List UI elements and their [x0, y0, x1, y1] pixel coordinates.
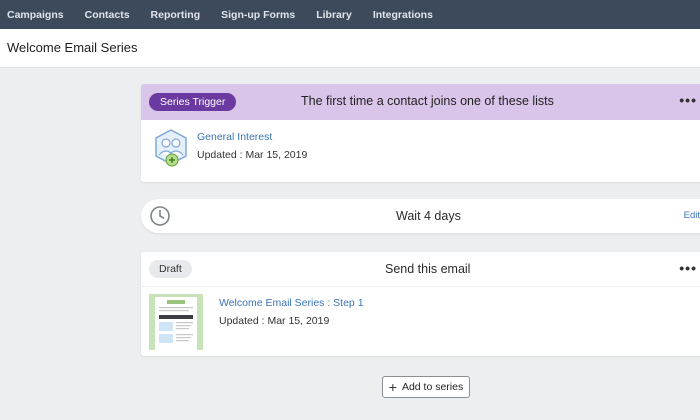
email-thumbnail[interactable]	[149, 294, 203, 350]
contact-list-icon	[155, 129, 187, 167]
add-to-series-label: Add to series	[401, 381, 464, 393]
trigger-title: The first time a contact joins one of th…	[301, 94, 554, 108]
page-title: Welcome Email Series	[7, 40, 138, 55]
title-bar: Welcome Email Series	[0, 29, 700, 68]
clock-icon	[150, 206, 170, 226]
wait-title: Wait 4 days	[396, 209, 461, 223]
list-link-general-interest[interactable]: General Interest	[197, 131, 272, 143]
email-header: Draft Send this email •••	[141, 252, 700, 287]
more-horizontal-icon[interactable]: •••	[679, 260, 697, 276]
edit-wait-link[interactable]: Edit	[684, 210, 700, 221]
nav-library[interactable]: Library	[316, 9, 352, 21]
nav-integrations[interactable]: Integrations	[373, 9, 433, 21]
more-horizontal-icon[interactable]: •••	[679, 92, 697, 108]
nav-campaigns[interactable]: Campaigns	[7, 9, 64, 21]
series-trigger-badge: Series Trigger	[149, 93, 237, 111]
wait-step-card: Wait 4 days Edit	[141, 199, 700, 233]
trigger-header: Series Trigger The first time a contact …	[141, 84, 700, 120]
nav-reporting[interactable]: Reporting	[151, 9, 201, 21]
trigger-updated-text: Updated : Mar 15, 2019	[197, 149, 308, 161]
series-trigger-card: Series Trigger The first time a contact …	[141, 84, 700, 182]
email-name-link[interactable]: Welcome Email Series : Step 1	[219, 297, 364, 309]
nav-signup-forms[interactable]: Sign-up Forms	[221, 9, 295, 21]
nav-contacts[interactable]: Contacts	[85, 9, 130, 21]
add-to-series-button[interactable]: + Add to series	[382, 376, 470, 398]
email-step-title: Send this email	[385, 262, 471, 276]
draft-badge: Draft	[149, 260, 192, 278]
email-updated-text: Updated : Mar 15, 2019	[219, 315, 330, 327]
email-step-card: Draft Send this email ••• Welcome Email …	[141, 252, 700, 356]
plus-icon: +	[388, 379, 397, 395]
top-navigation: Campaigns Contacts Reporting Sign-up For…	[0, 0, 700, 29]
